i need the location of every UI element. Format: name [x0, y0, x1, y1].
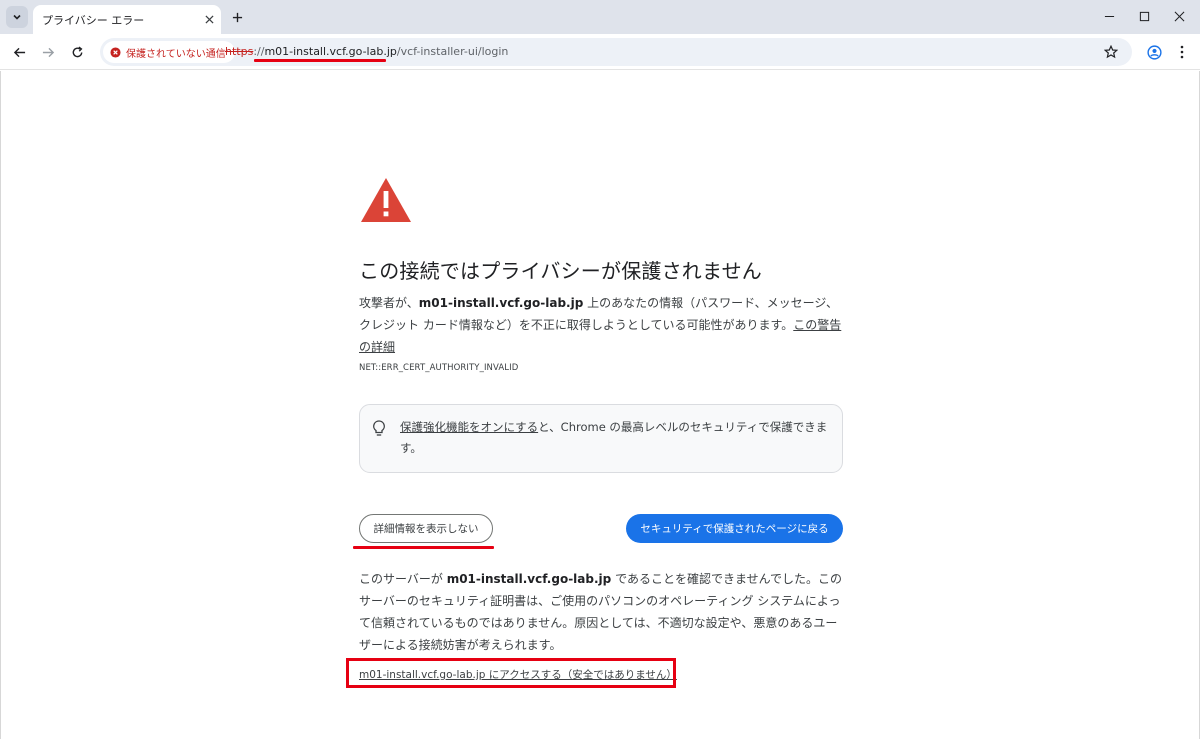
- back-to-safety-button[interactable]: セキュリティで保護されたページに戻る: [626, 514, 843, 543]
- close-icon: [1174, 11, 1184, 21]
- chevron-down-icon: [13, 14, 21, 20]
- para1-host: m01-install.vcf.go-lab.jp: [418, 296, 584, 310]
- page-title: この接続ではプライバシーが保護されません: [359, 259, 762, 283]
- tip-text: 保護強化機能をオンにすると、Chrome の最高レベルのセキュリティで保護できま…: [400, 417, 830, 459]
- star-icon: [1104, 45, 1118, 59]
- active-tab[interactable]: プライバシー エラー: [33, 5, 221, 34]
- bookmark-button[interactable]: [1102, 43, 1120, 61]
- arrow-right-icon: [42, 47, 54, 57]
- plus-icon: [232, 12, 242, 22]
- lightbulb-icon: [373, 420, 385, 436]
- security-label: 保護されていない通信: [126, 48, 226, 60]
- enhanced-protection-link[interactable]: 保護強化機能をオンにする: [400, 420, 538, 434]
- close-icon: [204, 14, 214, 24]
- warning-triangle-icon: [361, 178, 411, 222]
- profile-button[interactable]: [1142, 40, 1166, 64]
- page-content: この接続ではプライバシーが保護されません 攻撃者が、m01-install.vc…: [0, 71, 1200, 739]
- tab-strip: プライバシー エラー: [0, 0, 1200, 34]
- url-scheme: https: [225, 45, 254, 58]
- proceed-link-annotation-box: [346, 658, 676, 688]
- para1-prefix: 攻撃者が、: [359, 296, 419, 310]
- reload-button[interactable]: [65, 40, 89, 64]
- maximize-button[interactable]: [1131, 4, 1157, 28]
- minimize-icon: [1104, 15, 1114, 17]
- window-close-button[interactable]: [1166, 4, 1192, 28]
- account-icon: [1146, 44, 1162, 60]
- url-text[interactable]: https://m01-install.vcf.go-lab.jp/vcf-in…: [225, 45, 508, 58]
- security-chip[interactable]: 保護されていない通信: [103, 41, 235, 63]
- tab-title: プライバシー エラー: [42, 14, 145, 27]
- toolbar: 保護されていない通信 https://m01-install.vcf.go-la…: [0, 34, 1200, 70]
- error-code: NET::ERR_CERT_AUTHORITY_INVALID: [359, 363, 519, 373]
- para2-host: m01-install.vcf.go-lab.jp: [446, 572, 612, 586]
- more-vert-icon: [1180, 45, 1184, 59]
- reload-icon: [72, 46, 82, 57]
- forward-button[interactable]: [36, 40, 60, 64]
- menu-button[interactable]: [1170, 40, 1194, 64]
- minimize-button[interactable]: [1096, 4, 1122, 28]
- back-button[interactable]: [7, 40, 31, 64]
- details-underline-annotation: [353, 546, 494, 549]
- maximize-icon: [1139, 11, 1149, 21]
- error-circle-icon: [110, 46, 121, 58]
- url-host: m01-install.vcf.go-lab.jp: [264, 45, 397, 58]
- details-paragraph: このサーバーが m01-install.vcf.go-lab.jp であることを…: [359, 568, 843, 656]
- url-separator: ://: [253, 45, 265, 58]
- url-underline-annotation: [254, 59, 386, 62]
- tab-close-button[interactable]: [201, 11, 217, 27]
- para2-prefix: このサーバーが: [359, 572, 447, 586]
- arrow-left-icon: [13, 47, 25, 57]
- hide-details-button[interactable]: 詳細情報を表示しない: [359, 514, 493, 543]
- warning-paragraph: 攻撃者が、m01-install.vcf.go-lab.jp 上のあなたの情報（…: [359, 292, 843, 358]
- url-path: /vcf-installer-ui/login: [396, 45, 509, 58]
- enhanced-protection-tip: 保護強化機能をオンにすると、Chrome の最高レベルのセキュリティで保護できま…: [359, 404, 843, 473]
- tab-search-button[interactable]: [6, 6, 28, 28]
- new-tab-button[interactable]: [226, 6, 248, 28]
